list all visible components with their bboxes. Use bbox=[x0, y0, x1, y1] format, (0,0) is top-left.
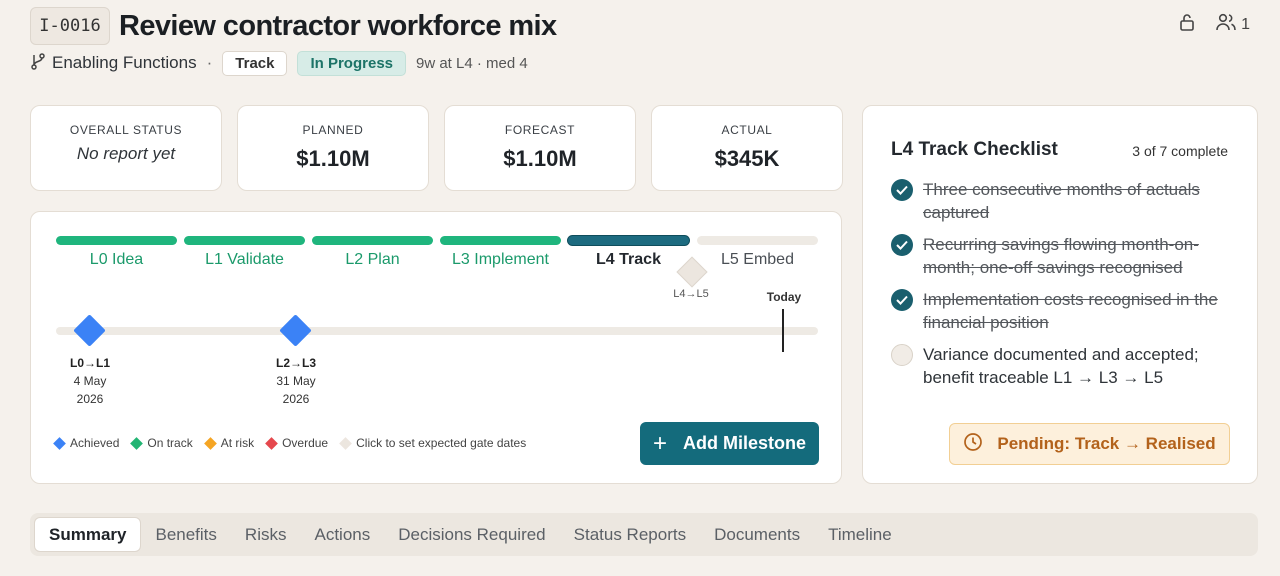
stage-label-l5[interactable]: L5 Embed bbox=[697, 251, 818, 269]
initiative-id: I-0016 bbox=[30, 7, 110, 45]
meta-row: Enabling Functions · Track In Progress 9… bbox=[30, 50, 528, 76]
legend-overdue: Overdue bbox=[265, 436, 328, 450]
timeline-track[interactable] bbox=[56, 327, 818, 335]
checklist-title: L4 Track Checklist bbox=[891, 139, 1058, 160]
stage-bar-l5[interactable] bbox=[697, 236, 818, 245]
kpi-label: ACTUAL bbox=[721, 123, 773, 137]
milestone-label-l2-l3: L2→L3 31 May 2026 bbox=[256, 354, 336, 408]
milestone-label-l0-l1: L0→L1 4 May 2026 bbox=[50, 354, 130, 408]
tab-benefits[interactable]: Benefits bbox=[141, 517, 230, 552]
today-line bbox=[782, 309, 784, 352]
stage-label-l3[interactable]: L3 Implement bbox=[440, 251, 561, 269]
milestone-year: 2026 bbox=[76, 392, 104, 406]
lock-open-icon[interactable] bbox=[1177, 12, 1197, 37]
checklist-item-text: Three consecutive months of actuals capt… bbox=[923, 180, 1200, 222]
tab-status-reports[interactable]: Status Reports bbox=[560, 517, 700, 552]
stage-bar-l2[interactable] bbox=[312, 236, 433, 245]
stage-bar-l0[interactable] bbox=[56, 236, 177, 245]
checklist-item[interactable]: Variance documented and accepted; benefi… bbox=[891, 343, 1231, 389]
branch-icon bbox=[30, 52, 46, 75]
diamond-icon bbox=[265, 436, 278, 450]
milestone-marker-l2-l3[interactable] bbox=[279, 314, 312, 347]
stage-timeline-card: L0 Idea L1 Validate L2 Plan L3 Implement… bbox=[30, 211, 842, 484]
checklist-item-text: Implementation costs recognised in the f… bbox=[923, 290, 1218, 332]
kpi-label: OVERALL STATUS bbox=[69, 123, 183, 137]
members-button[interactable]: 1 bbox=[1215, 12, 1250, 37]
tab-actions[interactable]: Actions bbox=[300, 517, 384, 552]
plus-icon: + bbox=[652, 429, 667, 457]
legend-hint: Click to set expected gate dates bbox=[339, 436, 526, 450]
checklist-item[interactable]: Three consecutive months of actuals capt… bbox=[891, 178, 1231, 224]
stage-bar-l4[interactable] bbox=[568, 236, 689, 245]
diamond-icon bbox=[130, 436, 144, 450]
tab-bar: Summary Benefits Risks Actions Decisions… bbox=[30, 513, 1258, 556]
empty-circle-icon[interactable] bbox=[891, 344, 913, 366]
checklist-card: L4 Track Checklist 3 of 7 complete Three… bbox=[862, 105, 1258, 484]
diamond-icon bbox=[53, 436, 66, 450]
kpi-label: PLANNED bbox=[302, 123, 364, 137]
pending-gate-label: L4→L5 bbox=[673, 288, 709, 300]
tab-summary[interactable]: Summary bbox=[34, 517, 142, 552]
diamond-icon bbox=[203, 436, 217, 450]
kpi-value: $345K bbox=[714, 146, 780, 171]
milestone-date: 31 May bbox=[276, 374, 316, 388]
timeline-legend: Achieved On track At risk Overdue Click … bbox=[53, 436, 539, 450]
legend-on-track: On track bbox=[130, 436, 193, 450]
page-title: Review contractor workforce mix bbox=[119, 10, 557, 42]
tab-decisions-required[interactable]: Decisions Required bbox=[384, 517, 559, 552]
add-milestone-label: Add Milestone bbox=[683, 433, 807, 453]
milestone-marker-l0-l1[interactable] bbox=[73, 314, 106, 347]
checklist-count: 3 of 7 complete bbox=[1132, 143, 1228, 159]
checklist-item[interactable]: Implementation costs recognised in the f… bbox=[891, 288, 1231, 334]
kpi-forecast: FORECAST $1.10M bbox=[444, 105, 636, 191]
kpi-planned: PLANNED $1.10M bbox=[237, 105, 429, 191]
stage-bar-l3[interactable] bbox=[440, 236, 561, 245]
today-label: Today bbox=[766, 290, 802, 304]
workstream-label: Enabling Functions bbox=[52, 53, 197, 72]
stage-label-l0[interactable]: L0 Idea bbox=[56, 251, 177, 269]
checklist-item-text: Recurring savings flowing month-on-month… bbox=[923, 235, 1199, 277]
checklist-item[interactable]: Recurring savings flowing month-on-month… bbox=[891, 233, 1231, 279]
tab-risks[interactable]: Risks bbox=[231, 517, 301, 552]
checklist-item-text: Variance documented and accepted; benefi… bbox=[923, 345, 1199, 387]
clock-icon bbox=[963, 432, 983, 457]
workstream: Enabling Functions bbox=[30, 52, 197, 75]
members-count: 1 bbox=[1241, 15, 1250, 33]
pending-label: Pending: Track → Realised bbox=[997, 434, 1216, 453]
kpi-overall-status: OVERALL STATUS No report yet bbox=[30, 105, 222, 191]
stage-label-l2[interactable]: L2 Plan bbox=[312, 251, 433, 269]
check-circle-icon[interactable] bbox=[891, 234, 913, 256]
meta-separator: · bbox=[206, 53, 213, 72]
tab-timeline[interactable]: Timeline bbox=[814, 517, 906, 552]
milestone-code: L0→L1 bbox=[69, 356, 110, 370]
header-actions: 1 bbox=[1177, 12, 1250, 37]
tab-documents[interactable]: Documents bbox=[700, 517, 814, 552]
pending-transition-badge: Pending: Track → Realised bbox=[949, 423, 1230, 465]
stage-bar-l1[interactable] bbox=[184, 236, 305, 245]
legend-at-risk: At risk bbox=[203, 436, 254, 450]
milestone-code: L2→L3 bbox=[275, 356, 316, 370]
kpi-value: $1.10M bbox=[503, 146, 577, 171]
diamond-icon bbox=[339, 436, 352, 450]
kpi-actual: ACTUAL $345K bbox=[651, 105, 843, 191]
status-badge: In Progress bbox=[297, 50, 406, 76]
users-icon bbox=[1215, 12, 1237, 37]
kpi-label: FORECAST bbox=[504, 123, 576, 137]
legend-achieved: Achieved bbox=[53, 436, 119, 450]
add-milestone-button[interactable]: + Add Milestone bbox=[640, 422, 819, 465]
milestone-date: 4 May bbox=[73, 374, 107, 388]
stage-duration: 9w at L4 · med 4 bbox=[416, 54, 528, 72]
kpi-value: $1.10M bbox=[296, 146, 370, 171]
check-circle-icon[interactable] bbox=[891, 289, 913, 311]
stage-pill: Track bbox=[222, 50, 288, 76]
stage-label-l1[interactable]: L1 Validate bbox=[184, 251, 305, 269]
check-circle-icon[interactable] bbox=[891, 179, 913, 201]
stage-label-l4[interactable]: L4 Track bbox=[568, 251, 689, 269]
milestone-year: 2026 bbox=[282, 392, 310, 406]
kpi-value: No report yet bbox=[76, 144, 176, 163]
